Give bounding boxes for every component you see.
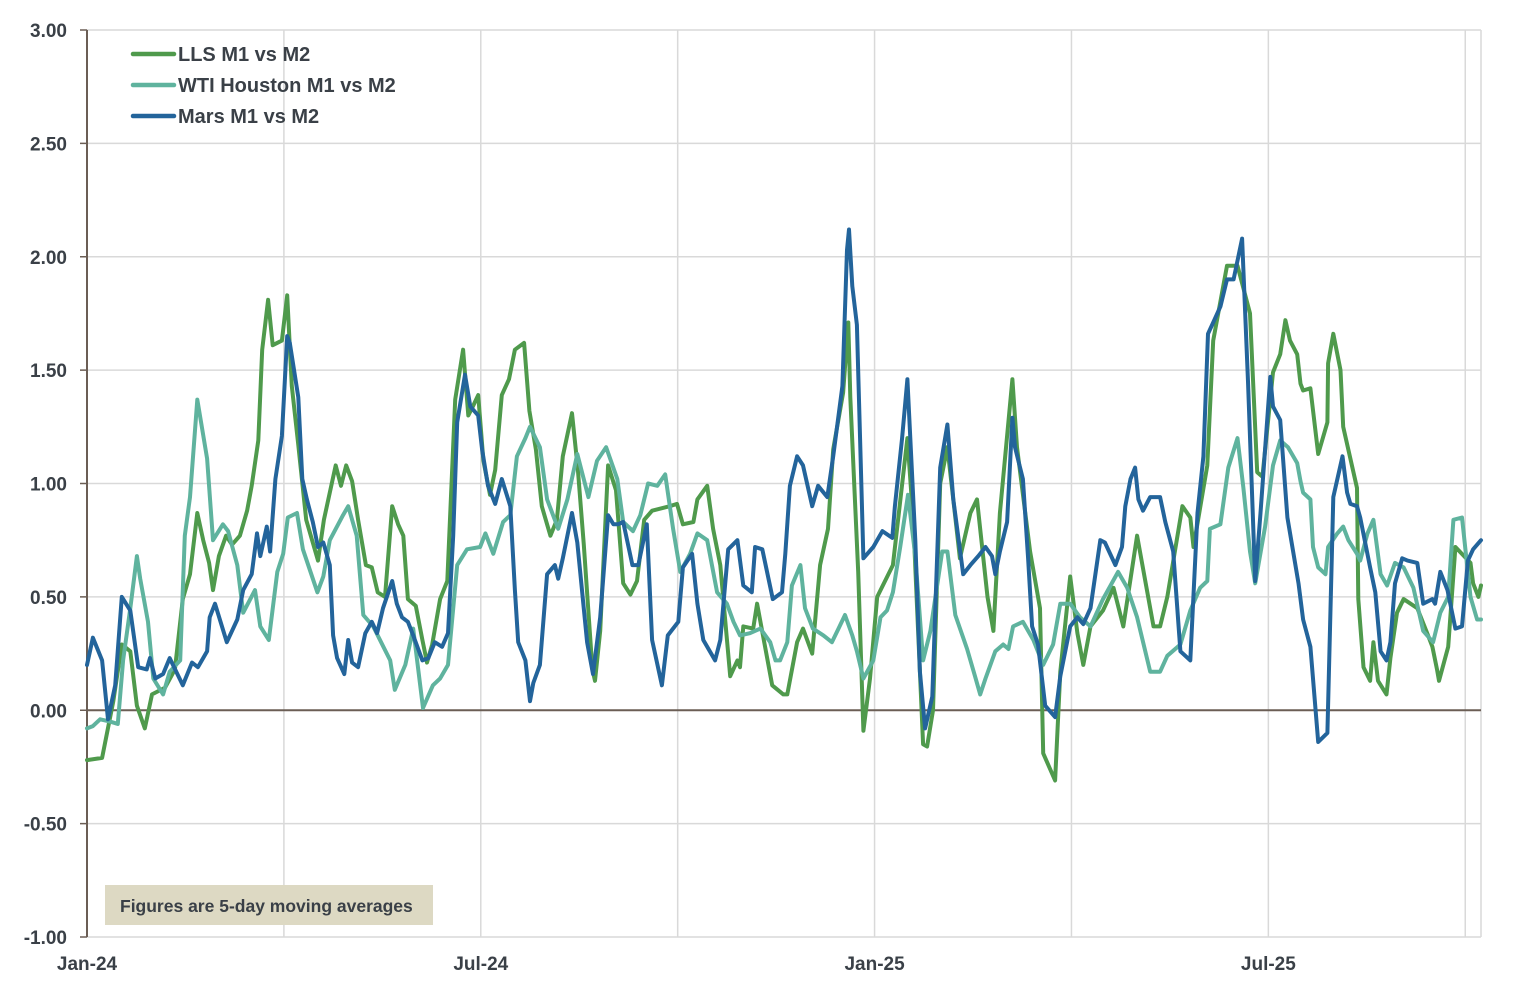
- y-tick-label: -0.50: [24, 815, 67, 836]
- x-tick-label: Jan-24: [57, 954, 118, 975]
- annotation-box: Figures are 5-day moving averages: [105, 885, 433, 925]
- y-tick-label: 1.00: [30, 475, 67, 496]
- series-lines: [85, 227, 1483, 783]
- y-tick-label: 0.00: [30, 701, 67, 722]
- series-line-lls: [85, 263, 1483, 783]
- y-axis-tick-labels: -1.00 -0.50 0.00 0.50 1.00 1.50 2.00 2.50 3.00: [24, 21, 67, 949]
- x-tick-label: Jul-25: [1241, 954, 1296, 975]
- y-tick-label: -1.00: [24, 928, 67, 949]
- x-axis-tick-labels: Jan-24 Jul-24 Jan-25 Jul-25: [57, 954, 1296, 975]
- y-tick-label: 0.50: [30, 588, 67, 609]
- legend-item-mars: Mars M1 vs M2: [130, 106, 319, 128]
- line-chart: -1.00 -0.50 0.00 0.50 1.00 1.50 2.00 2.50 3.00 J…: [24, 21, 1483, 975]
- x-tick-label: Jan-25: [844, 954, 905, 975]
- y-tick-label: 1.50: [30, 361, 67, 382]
- legend-label-wti-houston: WTI Houston M1 vs M2: [178, 75, 396, 97]
- x-tick-label: Jul-24: [453, 954, 508, 975]
- legend: LLS M1 vs M2 WTI Houston M1 vs M2 Mars M…: [130, 44, 396, 128]
- legend-item-lls: LLS M1 vs M2: [130, 44, 310, 66]
- legend-label-lls: LLS M1 vs M2: [178, 44, 310, 66]
- legend-label-mars: Mars M1 vs M2: [178, 106, 319, 128]
- annotation-text: Figures are 5-day moving averages: [120, 896, 413, 916]
- y-tick-label: 2.50: [30, 134, 67, 155]
- y-tick-label: 3.00: [30, 21, 67, 42]
- legend-item-wti-houston: WTI Houston M1 vs M2: [130, 75, 396, 97]
- y-tick-label: 2.00: [30, 248, 67, 269]
